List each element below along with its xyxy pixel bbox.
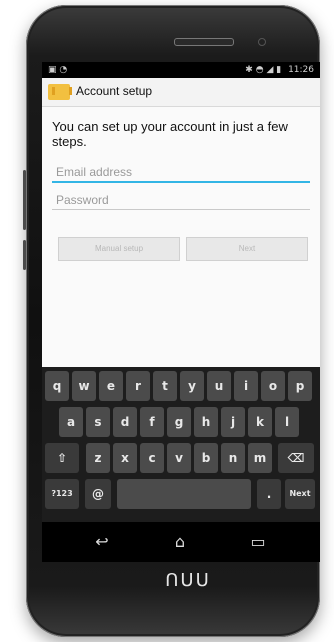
email-field[interactable] xyxy=(52,163,314,183)
keyboard-row-3: ⇧ z x c v b n m ⌫ xyxy=(45,443,317,477)
key-x[interactable]: x xyxy=(113,443,137,473)
keyboard-row-2: a s d f g h j k l xyxy=(45,407,317,441)
home-icon[interactable]: ⌂ xyxy=(168,532,192,552)
account-setup-form: You can set up your account in just a fe… xyxy=(42,107,320,367)
key-p[interactable]: p xyxy=(288,371,312,401)
symbols-key[interactable]: ?123 xyxy=(45,479,79,509)
phone-screen: ▣ ◔ ✱ ◓ ◢ ▮ 11:26 Account setup You can … xyxy=(42,62,320,562)
key-a[interactable]: a xyxy=(59,407,83,437)
key-h[interactable]: h xyxy=(194,407,218,437)
key-m[interactable]: m xyxy=(248,443,272,473)
at-key[interactable]: @ xyxy=(85,479,111,509)
key-q[interactable]: q xyxy=(45,371,69,401)
side-button xyxy=(23,240,26,270)
battery-icon: ▮ xyxy=(276,65,282,75)
action-bar-title: Account setup xyxy=(76,84,153,98)
key-l[interactable]: l xyxy=(275,407,299,437)
next-button[interactable]: Next xyxy=(186,237,308,261)
key-u[interactable]: u xyxy=(207,371,231,401)
key-b[interactable]: b xyxy=(194,443,218,473)
key-k[interactable]: k xyxy=(248,407,272,437)
key-g[interactable]: g xyxy=(167,407,191,437)
key-e[interactable]: e xyxy=(99,371,123,401)
key-i[interactable]: i xyxy=(234,371,258,401)
password-field[interactable] xyxy=(52,191,314,210)
key-y[interactable]: y xyxy=(180,371,204,401)
status-bar: ▣ ◔ ✱ ◓ ◢ ▮ 11:26 xyxy=(42,62,320,78)
android-icon: ◔ xyxy=(59,65,68,75)
navigation-bar: ↩ ⌂ ▭ xyxy=(42,522,320,562)
email-input[interactable] xyxy=(52,163,314,181)
action-bar: Account setup xyxy=(42,78,320,107)
key-o[interactable]: o xyxy=(261,371,285,401)
key-v[interactable]: v xyxy=(167,443,191,473)
soft-keyboard: q w e r t y u i o p a s d f g h j k l ⇧ … xyxy=(42,367,320,522)
back-icon[interactable]: ↩ xyxy=(90,532,114,552)
key-j[interactable]: j xyxy=(221,407,245,437)
key-w[interactable]: w xyxy=(72,371,96,401)
space-key[interactable] xyxy=(117,479,251,509)
signal-icon: ◢ xyxy=(266,65,274,75)
image-icon: ▣ xyxy=(48,65,57,75)
mail-icon xyxy=(48,84,72,100)
key-t[interactable]: t xyxy=(153,371,177,401)
recent-apps-icon[interactable]: ▭ xyxy=(246,532,270,552)
key-f[interactable]: f xyxy=(140,407,164,437)
key-s[interactable]: s xyxy=(86,407,110,437)
front-camera xyxy=(258,38,266,46)
intro-text: You can set up your account in just a fe… xyxy=(52,119,288,149)
keyboard-row-4: ?123 @ . Next xyxy=(45,479,317,513)
bluetooth-icon: ✱ xyxy=(245,65,253,75)
dot-key[interactable]: . xyxy=(257,479,281,509)
key-r[interactable]: r xyxy=(126,371,150,401)
volume-button xyxy=(23,170,26,230)
status-time: 11:26 xyxy=(288,65,314,75)
key-n[interactable]: n xyxy=(221,443,245,473)
key-c[interactable]: c xyxy=(140,443,164,473)
key-z[interactable]: z xyxy=(86,443,110,473)
speaker-grille xyxy=(174,38,234,46)
nuu-logo: ᑎUU xyxy=(165,570,211,591)
wifi-icon: ◓ xyxy=(255,65,264,75)
keyboard-row-1: q w e r t y u i o p xyxy=(45,371,317,405)
manual-setup-button[interactable]: Manual setup xyxy=(58,237,180,261)
password-input[interactable] xyxy=(52,191,314,209)
key-d[interactable]: d xyxy=(113,407,137,437)
shift-key[interactable]: ⇧ xyxy=(45,443,79,473)
backspace-key[interactable]: ⌫ xyxy=(278,443,314,473)
next-key[interactable]: Next xyxy=(285,479,315,509)
